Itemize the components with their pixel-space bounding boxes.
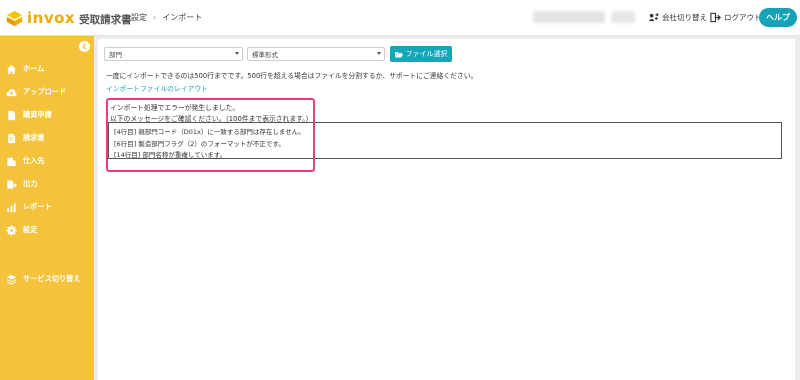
sidebar-item-label: 請求書 [23, 133, 45, 142]
sidebar-item-label: 出力 [23, 179, 38, 188]
format-select[interactable]: 標準形式 [247, 47, 385, 61]
export-icon [7, 179, 17, 189]
switch-company-icon [648, 13, 659, 22]
breadcrumb-separator: › [153, 13, 157, 22]
cloud-upload-icon [6, 88, 17, 96]
breadcrumb: 設定 › インポート [131, 12, 202, 23]
chevron-left-icon [82, 43, 87, 50]
chevron-down-icon [377, 52, 381, 55]
switch-company-link[interactable]: 会社切り替え [648, 12, 707, 23]
help-button[interactable]: ヘルプ [759, 8, 797, 27]
bar-chart-icon [7, 202, 16, 212]
sidebar-item-reports[interactable]: レポート [6, 199, 92, 215]
chevron-down-icon [235, 52, 239, 55]
home-icon [6, 64, 17, 74]
error-highlight-frame [106, 98, 315, 172]
building-icon [7, 157, 16, 166]
sidebar-item-upload[interactable]: アップロード [6, 84, 92, 100]
sidebar-item-label: レポート [23, 202, 52, 211]
sidebar-item-label: サービス切り替え [23, 274, 81, 283]
sidebar-item-label: アップロード [23, 87, 67, 96]
sidebar-item-service-switch[interactable]: サービス切り替え [6, 271, 92, 287]
sidebar: ホーム アップロード 購買申請 請求書 仕入先 出力 レポート 設定 サービス切… [0, 36, 94, 380]
top-header: invox 受取請求書 設定 › インポート 会社切り替え ログアウト ヘルプ [0, 0, 800, 36]
blurred-company-name [533, 11, 605, 23]
file-layout-link[interactable]: インポートファイルのレイアウト [106, 83, 208, 93]
sidebar-item-export[interactable]: 出力 [6, 176, 92, 192]
import-type-select[interactable]: 部門 [104, 47, 243, 61]
folder-open-icon [394, 51, 403, 58]
logo[interactable]: invox 受取請求書 [6, 9, 132, 27]
sidebar-item-home[interactable]: ホーム [6, 61, 92, 77]
gear-icon [6, 224, 17, 236]
sidebar-item-label: ホーム [23, 64, 45, 73]
select-file-button[interactable]: ファイル選択 [390, 46, 452, 62]
collapse-sidebar-button[interactable] [79, 41, 90, 52]
sidebar-item-label: 購買申請 [23, 110, 52, 119]
document-icon [8, 110, 16, 120]
import-panel: 部門 標準形式 ファイル選択 一度にインポートできるのは500行までです。500… [98, 39, 795, 380]
sidebar-item-purchase-request[interactable]: 購買申請 [6, 107, 92, 123]
logout-link[interactable]: ログアウト [710, 12, 762, 23]
switch-icon [6, 274, 17, 285]
sidebar-item-suppliers[interactable]: 仕入先 [6, 153, 92, 169]
sidebar-item-invoices[interactable]: 請求書 [6, 130, 92, 146]
logo-word: invox [27, 9, 76, 27]
sidebar-item-label: 設定 [23, 225, 38, 234]
select-file-label: ファイル選択 [405, 50, 448, 58]
breadcrumb-settings[interactable]: 設定 [131, 12, 147, 23]
sidebar-item-label: 仕入先 [23, 156, 45, 165]
logout-icon [710, 12, 721, 23]
sidebar-item-settings[interactable]: 設定 [6, 222, 92, 238]
logout-label: ログアウト [724, 13, 762, 22]
import-type-value: 部門 [109, 51, 122, 59]
format-value: 標準形式 [252, 51, 278, 59]
switch-company-label: 会社切り替え [662, 13, 707, 22]
invoice-icon [8, 133, 16, 143]
logo-mark-icon [6, 10, 23, 26]
import-limit-notice: 一度にインポートできるのは500行までです。500行を超える場合はファイルを分割… [106, 72, 478, 80]
breadcrumb-import: インポート [162, 13, 203, 22]
blurred-user-name [611, 11, 635, 23]
product-name: 受取請求書 [79, 13, 132, 26]
